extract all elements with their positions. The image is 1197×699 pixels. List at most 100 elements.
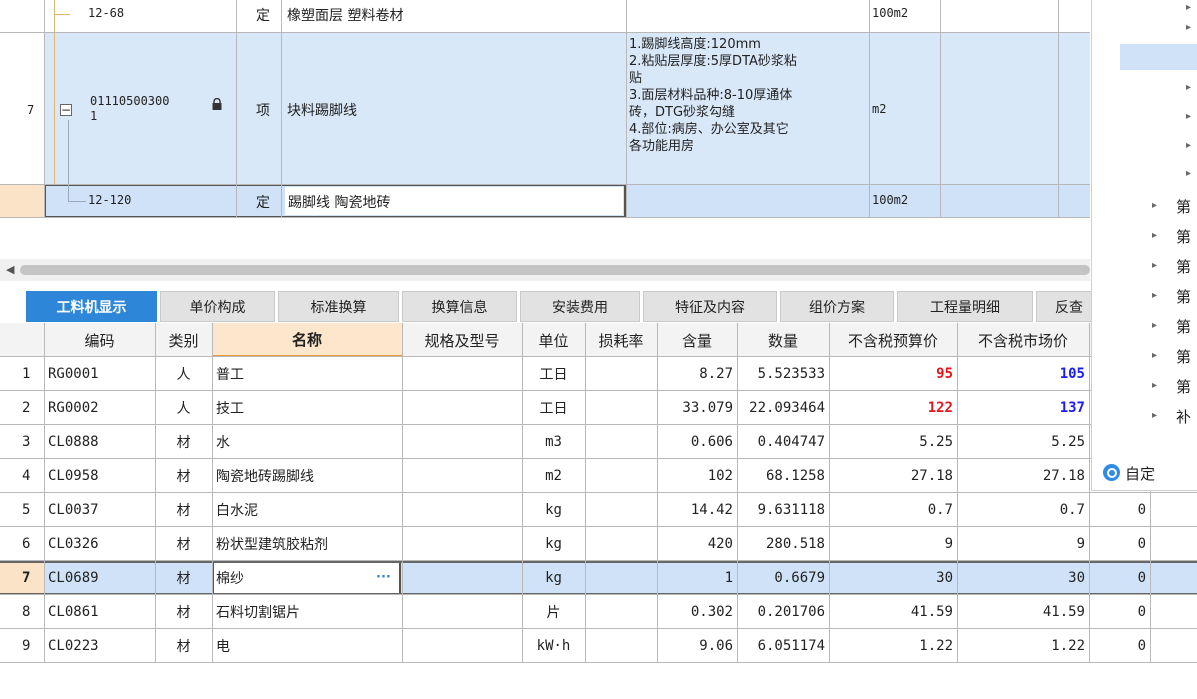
cell-category[interactable]: 材 [155,527,212,561]
cell-spec[interactable] [402,561,522,595]
cell-unit[interactable]: 工日 [522,357,585,391]
cell-quantity[interactable]: 0.201706 [737,595,829,629]
tree-category-label[interactable]: 补 [1176,406,1191,427]
upper-row-type[interactable]: 定 [256,192,270,212]
cell-name[interactable]: 技工 [212,391,402,425]
cell-loss-rate[interactable] [585,357,657,391]
tree-expand-icon[interactable]: ▸ [1186,22,1191,33]
upper-row-unit[interactable]: m2 [872,102,886,116]
cell-budget-price[interactable]: 0.7 [829,493,957,527]
cell-extra[interactable]: 0 [1089,527,1150,561]
column-header-name[interactable]: 名称 [212,323,402,357]
cell-extra[interactable]: 0 [1089,629,1150,663]
tree-expand-icon[interactable]: ▸ [1186,82,1191,93]
tree-expand-icon[interactable]: ▸ [1152,410,1157,421]
scroll-left-icon[interactable]: ◀ [6,263,14,276]
cell-unit[interactable]: m3 [522,425,585,459]
cell-name-editing[interactable]: 棉纱 [212,561,372,595]
cell-quantity[interactable]: 22.093464 [737,391,829,425]
cell-name[interactable]: 粉状型建筑胶粘剂 [212,527,402,561]
column-header-code[interactable]: 编码 [44,323,155,357]
column-header-content[interactable]: 含量 [657,323,737,357]
tree-category-label[interactable]: 第 [1176,316,1191,337]
upper-row-code[interactable]: 01110500300 1 [90,94,169,124]
upper-row-unit[interactable]: 100m2 [872,193,908,207]
column-header-market-price[interactable]: 不含税市场价 [957,323,1089,357]
cell-unit[interactable]: m2 [522,459,585,493]
tree-expand-icon[interactable]: ▸ [1186,2,1191,13]
upper-row-code[interactable]: 12-120 [88,193,131,207]
cell-loss-rate[interactable] [585,425,657,459]
cell-category[interactable]: 材 [155,459,212,493]
cell-code[interactable]: CL0223 [44,629,155,663]
cell-quantity[interactable]: 68.1258 [737,459,829,493]
cell-content[interactable]: 0.302 [657,595,737,629]
cell-loss-rate[interactable] [585,493,657,527]
column-header-spec[interactable]: 规格及型号 [402,323,522,357]
cell-unit[interactable]: 工日 [522,391,585,425]
cell-name[interactable]: 石料切割锯片 [212,595,402,629]
cell-spec[interactable] [402,595,522,629]
cell-code[interactable]: CL0037 [44,493,155,527]
cell-quantity[interactable]: 0.404747 [737,425,829,459]
cell-unit[interactable]: kg [522,527,585,561]
cell-code[interactable]: CL0861 [44,595,155,629]
cell-code[interactable]: CL0326 [44,527,155,561]
cell-market-price[interactable]: 105 [957,357,1089,391]
cell-code[interactable]: RG0002 [44,391,155,425]
tree-category-label[interactable]: 第 [1176,226,1191,247]
custom-button[interactable]: 自定 [1092,456,1197,490]
tree-expand-icon[interactable]: ▸ [1186,140,1191,151]
cell-code[interactable]: CL0888 [44,425,155,459]
cell-unit[interactable]: kg [522,561,585,595]
cell-content[interactable]: 0.606 [657,425,737,459]
horizontal-scrollbar[interactable]: ◀ [0,259,1090,281]
collapse-toggle-icon[interactable]: − [60,104,72,116]
cell-category[interactable]: 材 [155,595,212,629]
cell-quantity[interactable]: 0.6679 [737,561,829,595]
tab-unit-price[interactable]: 单价构成 [160,291,275,322]
cell-budget-price[interactable]: 122 [829,391,957,425]
cell-content[interactable]: 1 [657,561,737,595]
cell-quantity[interactable]: 280.518 [737,527,829,561]
cell-content[interactable]: 9.06 [657,629,737,663]
tree-selected-highlight[interactable] [1120,44,1197,70]
column-header-budget-price[interactable]: 不含税预算价 [829,323,957,357]
tab-pricing-scheme[interactable]: 组价方案 [780,291,894,322]
cell-spec[interactable] [402,493,522,527]
cell-budget-price[interactable]: 41.59 [829,595,957,629]
cell-unit[interactable]: 片 [522,595,585,629]
cell-market-price[interactable]: 1.22 [957,629,1089,663]
cell-budget-price[interactable]: 9 [829,527,957,561]
cell-quantity[interactable]: 6.051174 [737,629,829,663]
cell-category[interactable]: 人 [155,357,212,391]
tree-expand-icon[interactable]: ▸ [1186,111,1191,122]
upper-row-name[interactable]: 橡塑面层 塑料卷材 [287,5,403,25]
cell-name[interactable]: 水 [212,425,402,459]
column-header-category[interactable]: 类别 [155,323,212,357]
cell-spec[interactable] [402,425,522,459]
tree-expand-icon[interactable]: ▸ [1152,350,1157,361]
cell-extra[interactable]: 0 [1089,561,1150,595]
cell-category[interactable]: 人 [155,391,212,425]
tree-expand-icon[interactable]: ▸ [1152,290,1157,301]
tab-features-content[interactable]: 特征及内容 [643,291,777,322]
cell-loss-rate[interactable] [585,459,657,493]
tab-quantity-detail[interactable]: 工程量明细 [897,291,1033,322]
cell-spec[interactable] [402,391,522,425]
cell-budget-price[interactable]: 5.25 [829,425,957,459]
cell-market-price[interactable]: 9 [957,527,1089,561]
cell-budget-price[interactable]: 1.22 [829,629,957,663]
cell-name[interactable]: 电 [212,629,402,663]
cell-content[interactable]: 14.42 [657,493,737,527]
cell-loss-rate[interactable] [585,527,657,561]
tree-category-label[interactable]: 第 [1176,196,1191,217]
cell-spec[interactable] [402,357,522,391]
cell-loss-rate[interactable] [585,391,657,425]
cell-content[interactable]: 33.079 [657,391,737,425]
tree-expand-icon[interactable]: ▸ [1152,230,1157,241]
cell-market-price[interactable]: 41.59 [957,595,1089,629]
tab-labor-material-machine[interactable]: 工料机显示 [26,291,157,322]
cell-loss-rate[interactable] [585,629,657,663]
tree-category-label[interactable]: 第 [1176,256,1191,277]
